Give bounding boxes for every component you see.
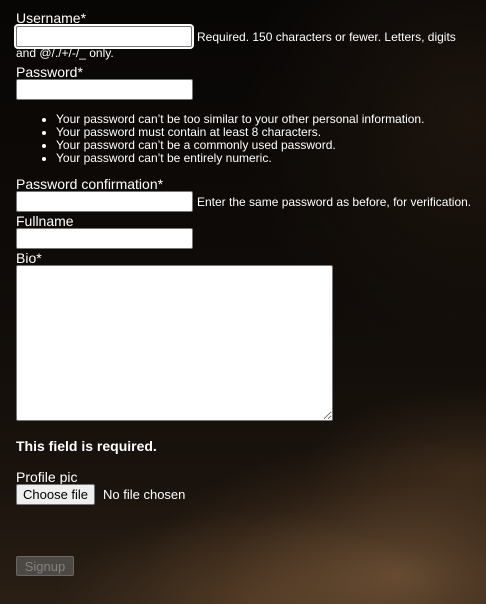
password-confirmation-input[interactable] xyxy=(16,191,193,212)
fullname-input[interactable] xyxy=(16,228,193,249)
file-status-text: No file chosen xyxy=(103,487,186,502)
password-confirmation-label: Password confirmation* xyxy=(16,176,164,192)
bio-error-message: This field is required. xyxy=(16,438,157,454)
password-rules-list: Your password can’t be too similar to yo… xyxy=(16,113,486,165)
username-label: Username* xyxy=(16,10,87,26)
bio-label: Bio* xyxy=(16,250,42,266)
password-confirmation-help-text: Enter the same password as before, for v… xyxy=(197,195,472,209)
username-help-text: Required. 150 characters or fewer. Lette… xyxy=(16,30,456,60)
choose-file-button[interactable]: Choose file xyxy=(16,484,96,505)
signup-button[interactable]: Signup xyxy=(16,556,74,576)
bio-textarea[interactable] xyxy=(16,265,333,421)
password-rule: Your password can’t be entirely numeric. xyxy=(56,152,486,165)
password-input[interactable] xyxy=(16,79,193,100)
password-label: Password* xyxy=(16,64,83,80)
profile-pic-label: Profile pic xyxy=(16,469,78,485)
fullname-label: Fullname xyxy=(16,213,74,229)
